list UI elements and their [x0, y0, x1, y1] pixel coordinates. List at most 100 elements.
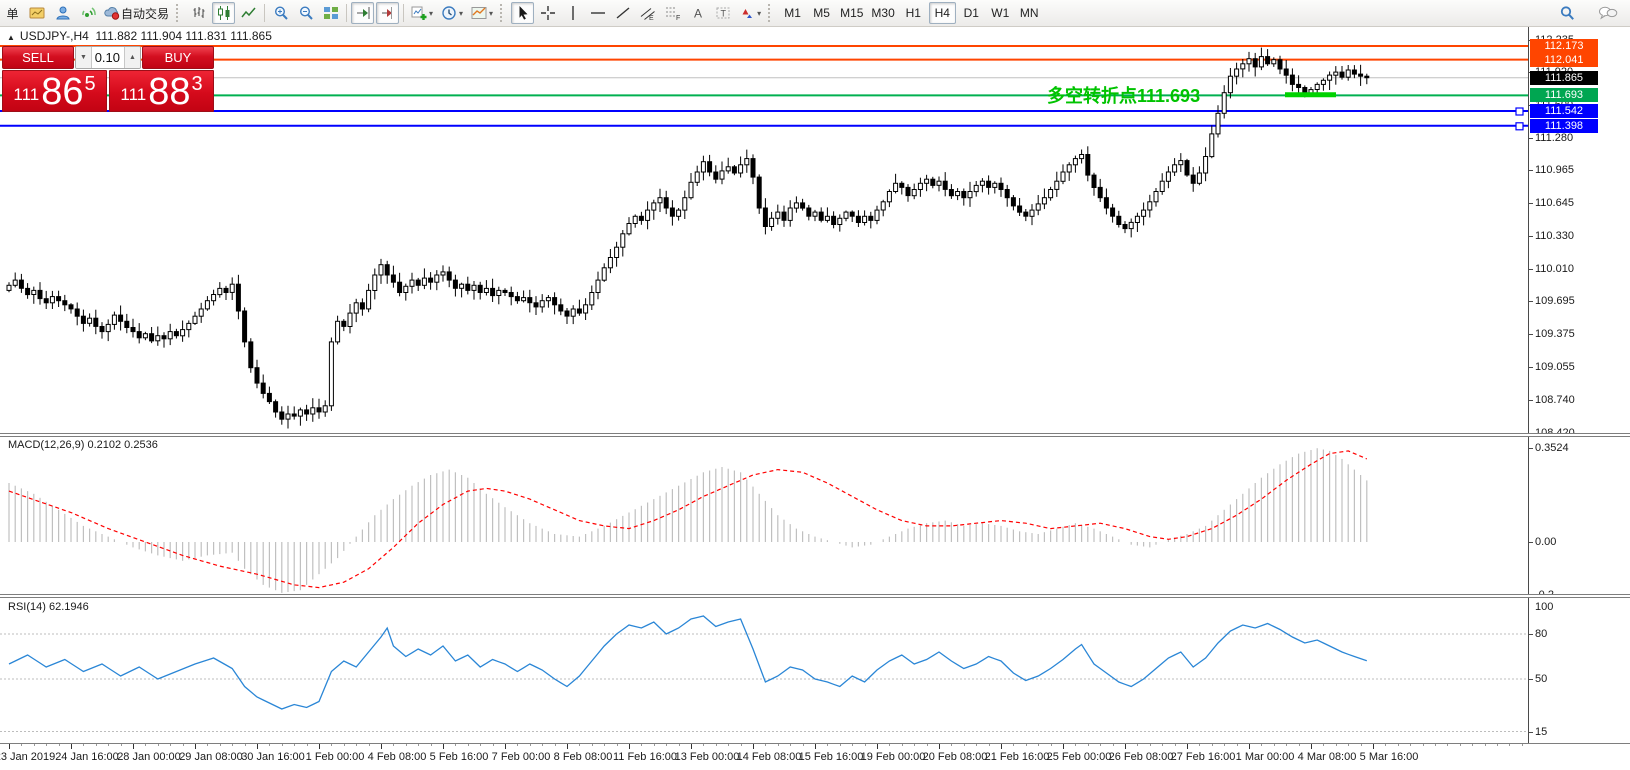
price-line-label: 111.865: [1530, 71, 1598, 85]
tf-mn-button[interactable]: MN: [1016, 2, 1043, 24]
chevron-down-icon[interactable]: ▾: [459, 9, 463, 18]
bars-chart-button[interactable]: [187, 2, 210, 24]
volume-increase-button[interactable]: ▲: [124, 47, 140, 68]
chevron-down-icon[interactable]: ▾: [757, 9, 761, 18]
zoom-in-button[interactable]: [269, 2, 292, 24]
time-major-tick: [1001, 744, 1002, 749]
horizontal-line-button[interactable]: [586, 2, 609, 24]
toolbar-separator: [264, 4, 265, 22]
crosshair-button[interactable]: [536, 2, 559, 24]
time-minor-tick: [927, 744, 928, 746]
time-minor-tick: [96, 744, 97, 746]
time-minor-tick: [183, 744, 184, 746]
price-tick-mark: [1529, 301, 1533, 302]
signals-button[interactable]: [76, 2, 99, 24]
volume-input[interactable]: [92, 47, 124, 68]
fibonacci-button[interactable]: F: [661, 2, 684, 24]
chart-shift-button[interactable]: [376, 2, 399, 24]
periods-button[interactable]: ▾: [438, 2, 466, 24]
tf-w1-button[interactable]: W1: [987, 2, 1014, 24]
time-major-tick: [319, 744, 320, 749]
trendline-button[interactable]: [611, 2, 634, 24]
time-minor-tick: [1485, 744, 1486, 746]
candles-chart-button[interactable]: [212, 2, 235, 24]
time-minor-tick: [803, 744, 804, 746]
toolbar-group-insert: ▾ ▾ ▾: [407, 0, 497, 26]
time-minor-tick: [778, 744, 779, 746]
cursor-button[interactable]: [511, 2, 534, 24]
toolbar-group-timeframes: M1M5M15M30H1H4D1W1MN: [778, 0, 1044, 26]
tf-m15-button[interactable]: M15: [837, 2, 866, 24]
price-tick-mark: [1529, 334, 1533, 335]
time-major-tick: [71, 744, 72, 749]
price-axis[interactable]: 112.235111.920111.600111.280110.965110.6…: [1528, 26, 1630, 743]
horizontal-line-icon: [590, 5, 606, 21]
volume-stepper: ▼ ▲: [75, 46, 141, 69]
volume-decrease-button[interactable]: ▼: [76, 47, 92, 68]
time-minor-tick: [1348, 744, 1349, 746]
search-button[interactable]: [1556, 2, 1579, 24]
templates-button[interactable]: ▾: [468, 2, 496, 24]
time-tick-label: 25 Feb 00:00: [1047, 751, 1112, 763]
time-minor-tick: [865, 744, 866, 746]
time-minor-tick: [232, 744, 233, 746]
new-order-button[interactable]: 单: [1, 2, 24, 24]
text-button[interactable]: A: [686, 2, 709, 24]
time-minor-tick: [765, 744, 766, 746]
chevron-down-icon[interactable]: ▾: [489, 9, 493, 18]
time-minor-tick: [617, 744, 618, 746]
tf-d1-button[interactable]: D1: [958, 2, 985, 24]
price-tick-label: 110.330: [1535, 230, 1574, 242]
time-minor-tick: [1299, 744, 1300, 746]
vertical-line-icon: [565, 5, 581, 21]
tf-m1-button[interactable]: M1: [779, 2, 806, 24]
price-tick-mark: [1529, 367, 1533, 368]
time-tick-label: 7 Feb 00:00: [492, 751, 551, 763]
toolbar-group-objects: E FA T ▾: [510, 0, 765, 26]
charts-grid-button[interactable]: [26, 2, 49, 24]
tf-m5-button[interactable]: M5: [808, 2, 835, 24]
macd-tick-mark: [1529, 448, 1533, 449]
line-chart-button[interactable]: [237, 2, 260, 24]
buy-button[interactable]: BUY: [142, 46, 214, 69]
time-minor-tick: [34, 744, 35, 746]
chat-button[interactable]: [1595, 2, 1621, 24]
toolbar-group-scroll: [350, 0, 400, 26]
buy-price-display[interactable]: 111 88 3: [109, 70, 214, 112]
sell-price-display[interactable]: 111 86 5: [2, 70, 107, 112]
time-minor-tick: [282, 744, 283, 746]
svg-text:T: T: [720, 9, 726, 19]
rsi-pane-divider[interactable]: [0, 594, 1630, 598]
vertical-line-button[interactable]: [561, 2, 584, 24]
time-minor-tick: [1113, 744, 1114, 746]
toolbar-separator: [768, 4, 775, 22]
tile-windows-button[interactable]: [319, 2, 342, 24]
profiles-button[interactable]: [51, 2, 74, 24]
svg-text:F: F: [676, 15, 680, 21]
indicators-button[interactable]: ▾: [408, 2, 436, 24]
macd-tick-mark: [1529, 542, 1533, 543]
fibonacci-icon: F: [665, 5, 681, 21]
macd-pane-divider[interactable]: [0, 433, 1630, 437]
tf-h4-button[interactable]: H4: [929, 2, 956, 24]
time-minor-tick: [170, 744, 171, 746]
time-minor-tick: [542, 744, 543, 746]
arrows-button[interactable]: ▾: [736, 2, 764, 24]
chevron-down-icon[interactable]: ▾: [429, 9, 433, 18]
main-chart-canvas[interactable]: [0, 26, 1528, 743]
text-label-button[interactable]: T: [711, 2, 734, 24]
time-axis[interactable]: 23 Jan 201924 Jan 16:0028 Jan 00:0029 Ja…: [0, 743, 1630, 770]
pivot-annotation-text[interactable]: 多空转折点111.693: [1047, 82, 1200, 108]
auto-scroll-button[interactable]: [351, 2, 374, 24]
search-icon: [1559, 5, 1576, 22]
zoom-out-button[interactable]: [294, 2, 317, 24]
sell-button[interactable]: SELL: [2, 46, 74, 69]
autotrading-button[interactable]: 自动交易: [101, 2, 172, 24]
tf-m30-button[interactable]: M30: [868, 2, 897, 24]
collapse-panel-icon[interactable]: ▲: [7, 33, 15, 42]
equidistant-channel-button[interactable]: E: [636, 2, 659, 24]
time-minor-tick: [145, 744, 146, 746]
time-minor-tick: [83, 744, 84, 746]
buy-price-prefix: 111: [120, 85, 146, 105]
tf-h1-button[interactable]: H1: [900, 2, 927, 24]
